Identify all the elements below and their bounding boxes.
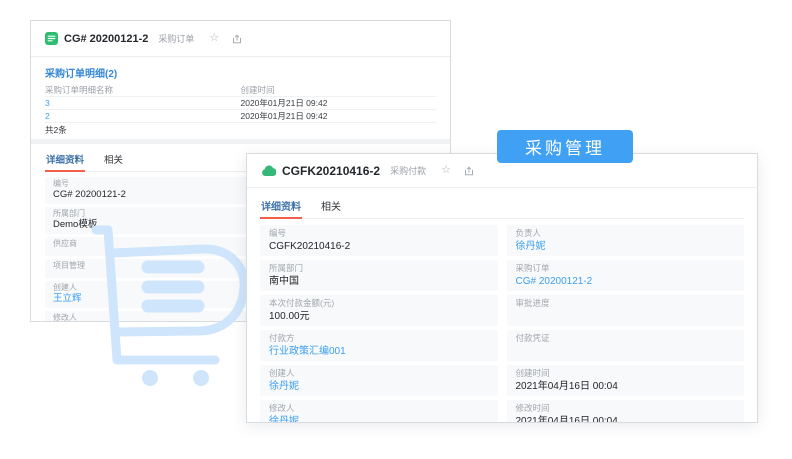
payment-field-purchase-order: 采购订单 CG# 20200121-2: [506, 260, 744, 291]
payment-record-title: CGFK20210416-2: [282, 163, 381, 178]
order-card-header: CG# 20200121-2 采购订单 ☆: [31, 21, 450, 57]
share-icon[interactable]: [232, 34, 242, 44]
field-label: 采购订单: [515, 263, 550, 273]
share-icon[interactable]: [464, 166, 474, 176]
payment-field-grid: 编号 CGFK20210416-2 负责人 徐丹妮 所属部门 南中国 采购订单 …: [260, 225, 744, 423]
tab-related[interactable]: 相关: [320, 195, 342, 218]
field-label: 所属部门: [269, 263, 304, 273]
field-value-link[interactable]: 行业政策汇编001: [269, 345, 489, 358]
field-value-link[interactable]: 徐丹妮: [516, 240, 736, 253]
section-separator: [31, 139, 450, 144]
table-row: 2 2020年01月21日 09:42: [45, 110, 436, 123]
payment-field-approval-progress: 审批进度: [506, 295, 744, 326]
field-value: 100.00元: [269, 311, 310, 322]
field-label: 编号: [269, 228, 287, 238]
purchase-payment-card: CGFK20210416-2 采购付款 ☆ 详细资料 相关 编号 CGFK202…: [246, 153, 758, 423]
field-label: 审批进度: [515, 298, 550, 308]
field-label: 创建人: [269, 368, 295, 378]
field-label: 本次付款金额(元): [269, 298, 335, 308]
star-icon[interactable]: ☆: [209, 33, 219, 44]
field-label: 负责人: [515, 228, 542, 238]
column-header-name: 采购订单明细名称: [45, 85, 114, 95]
payment-field-created-time: 创建时间 2021年04月16日 00:04: [506, 365, 744, 396]
order-detail-table: 采购订单明细名称 创建时间 3 2020年01月21日 09:42 2 2020…: [45, 84, 436, 136]
payment-tabs: 详细资料 相关: [260, 195, 744, 219]
field-value-link[interactable]: 徐丹妮: [269, 415, 489, 422]
canvas: CG# 20200121-2 采购订单 ☆ 采购订单明细(2) 采购订单明细名称…: [0, 0, 792, 459]
detail-row-link[interactable]: 3: [45, 98, 241, 108]
payment-field-number: 编号 CGFK20210416-2: [260, 225, 498, 256]
payment-field-modified-time: 修改时间 2021年04月16日 00:04: [506, 400, 744, 423]
cloud-icon: [261, 164, 276, 177]
payment-record-type: 采购付款: [390, 166, 427, 176]
field-value: 2021年04月16日 00:04: [515, 381, 618, 392]
column-header-created-time: 创建时间: [240, 85, 275, 95]
order-record-title: CG# 20200121-2: [64, 32, 149, 45]
field-value: CGFK20210416-2: [269, 241, 351, 252]
field-label: 付款凭证: [515, 333, 550, 343]
payment-field-voucher: 付款凭证: [506, 330, 744, 361]
table-header-row: 采购订单明细名称 创建时间: [45, 84, 436, 97]
payment-field-department: 所属部门 南中国: [260, 260, 498, 291]
payment-field-modifier: 修改人 徐丹妮: [260, 400, 498, 422]
payment-field-owner: 负责人 徐丹妮: [506, 225, 744, 256]
module-badge: 采购管理: [497, 130, 633, 163]
field-value-link[interactable]: CG# 20200121-2: [516, 275, 736, 288]
order-detail-section-title: 采购订单明细(2): [45, 69, 118, 80]
table-count-footer: 共2条: [45, 124, 67, 135]
tab-detail[interactable]: 详细资料: [45, 149, 86, 172]
payment-field-creator: 创建人 徐丹妮: [260, 365, 498, 396]
field-label: 付款方: [269, 333, 295, 343]
document-list-icon: [45, 32, 58, 45]
detail-row-created-time: 2020年01月21日 09:42: [240, 98, 328, 108]
star-icon[interactable]: ☆: [441, 165, 451, 176]
order-record-type: 采购订单: [158, 34, 195, 44]
field-value: 南中国: [269, 276, 299, 287]
field-label: 修改人: [269, 403, 295, 413]
detail-row-link[interactable]: 2: [45, 111, 241, 121]
payment-field-payee: 付款方 行业政策汇编001: [260, 330, 498, 361]
field-label: 修改时间: [515, 403, 550, 413]
field-value-link[interactable]: 徐丹妮: [269, 380, 489, 393]
field-value: 2021年04月16日 00:04: [515, 416, 618, 423]
detail-row-created-time: 2020年01月21日 09:42: [240, 111, 328, 121]
field-label: 创建时间: [515, 368, 550, 378]
table-row: 3 2020年01月21日 09:42: [45, 97, 436, 110]
tab-detail[interactable]: 详细资料: [260, 195, 302, 219]
payment-field-amount: 本次付款金额(元) 100.00元: [260, 295, 498, 326]
tab-related[interactable]: 相关: [103, 149, 124, 171]
